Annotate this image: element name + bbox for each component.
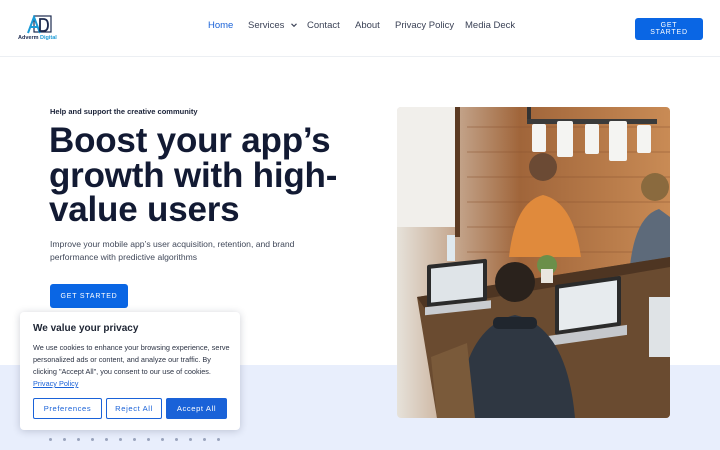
team-working-laptops-icon [397,107,670,418]
hero-headline: Boost your app’s growth with high- value… [49,121,379,229]
nav-home[interactable]: Home [208,20,233,31]
logo-mark-icon [27,15,52,34]
headline-line-1: Boost your app’s [49,121,331,160]
cookie-reject-all-button[interactable]: Reject All [106,398,162,419]
cookie-body: We use cookies to enhance your browsing … [33,342,231,390]
nav-about[interactable]: About [355,20,380,31]
nav-services[interactable]: Services [248,20,298,31]
brand-name: Adverm Digital [18,35,57,41]
nav-privacy-policy[interactable]: Privacy Policy [395,20,454,31]
brand-name-part1: Adverm [18,35,39,41]
cookie-title: We value your privacy [33,323,139,334]
brand-name-part2: Digital [40,35,57,41]
headline-line-2: growth with high- [49,155,338,195]
nav-services-label: Services [248,20,285,31]
brand-logo[interactable]: Adverm Digital [18,14,62,44]
nav-media-deck[interactable]: Media Deck [465,20,515,31]
nav-contact[interactable]: Contact [307,20,340,31]
headline-line-3: value users [49,190,240,229]
site-header: Adverm Digital Home Services Contact Abo… [0,0,720,57]
cookie-body-text: We use cookies to enhance your browsing … [33,343,230,376]
hero-get-started-button[interactable]: GET STARTED [50,284,128,308]
hero-subtext: Improve your mobile app’s user acquisiti… [50,239,295,262]
hero-eyebrow: Help and support the creative community [50,107,198,116]
hero-photo [397,107,670,418]
cookie-consent-banner: We value your privacy We use cookies to … [20,312,240,430]
cookie-privacy-policy-link[interactable]: Privacy Policy [33,379,78,388]
header-get-started-button[interactable]: GET STARTED [635,18,703,40]
cookie-preferences-button[interactable]: Preferences [33,398,102,419]
cookie-accept-all-button[interactable]: Accept All [166,398,227,419]
chevron-down-icon [291,23,297,28]
